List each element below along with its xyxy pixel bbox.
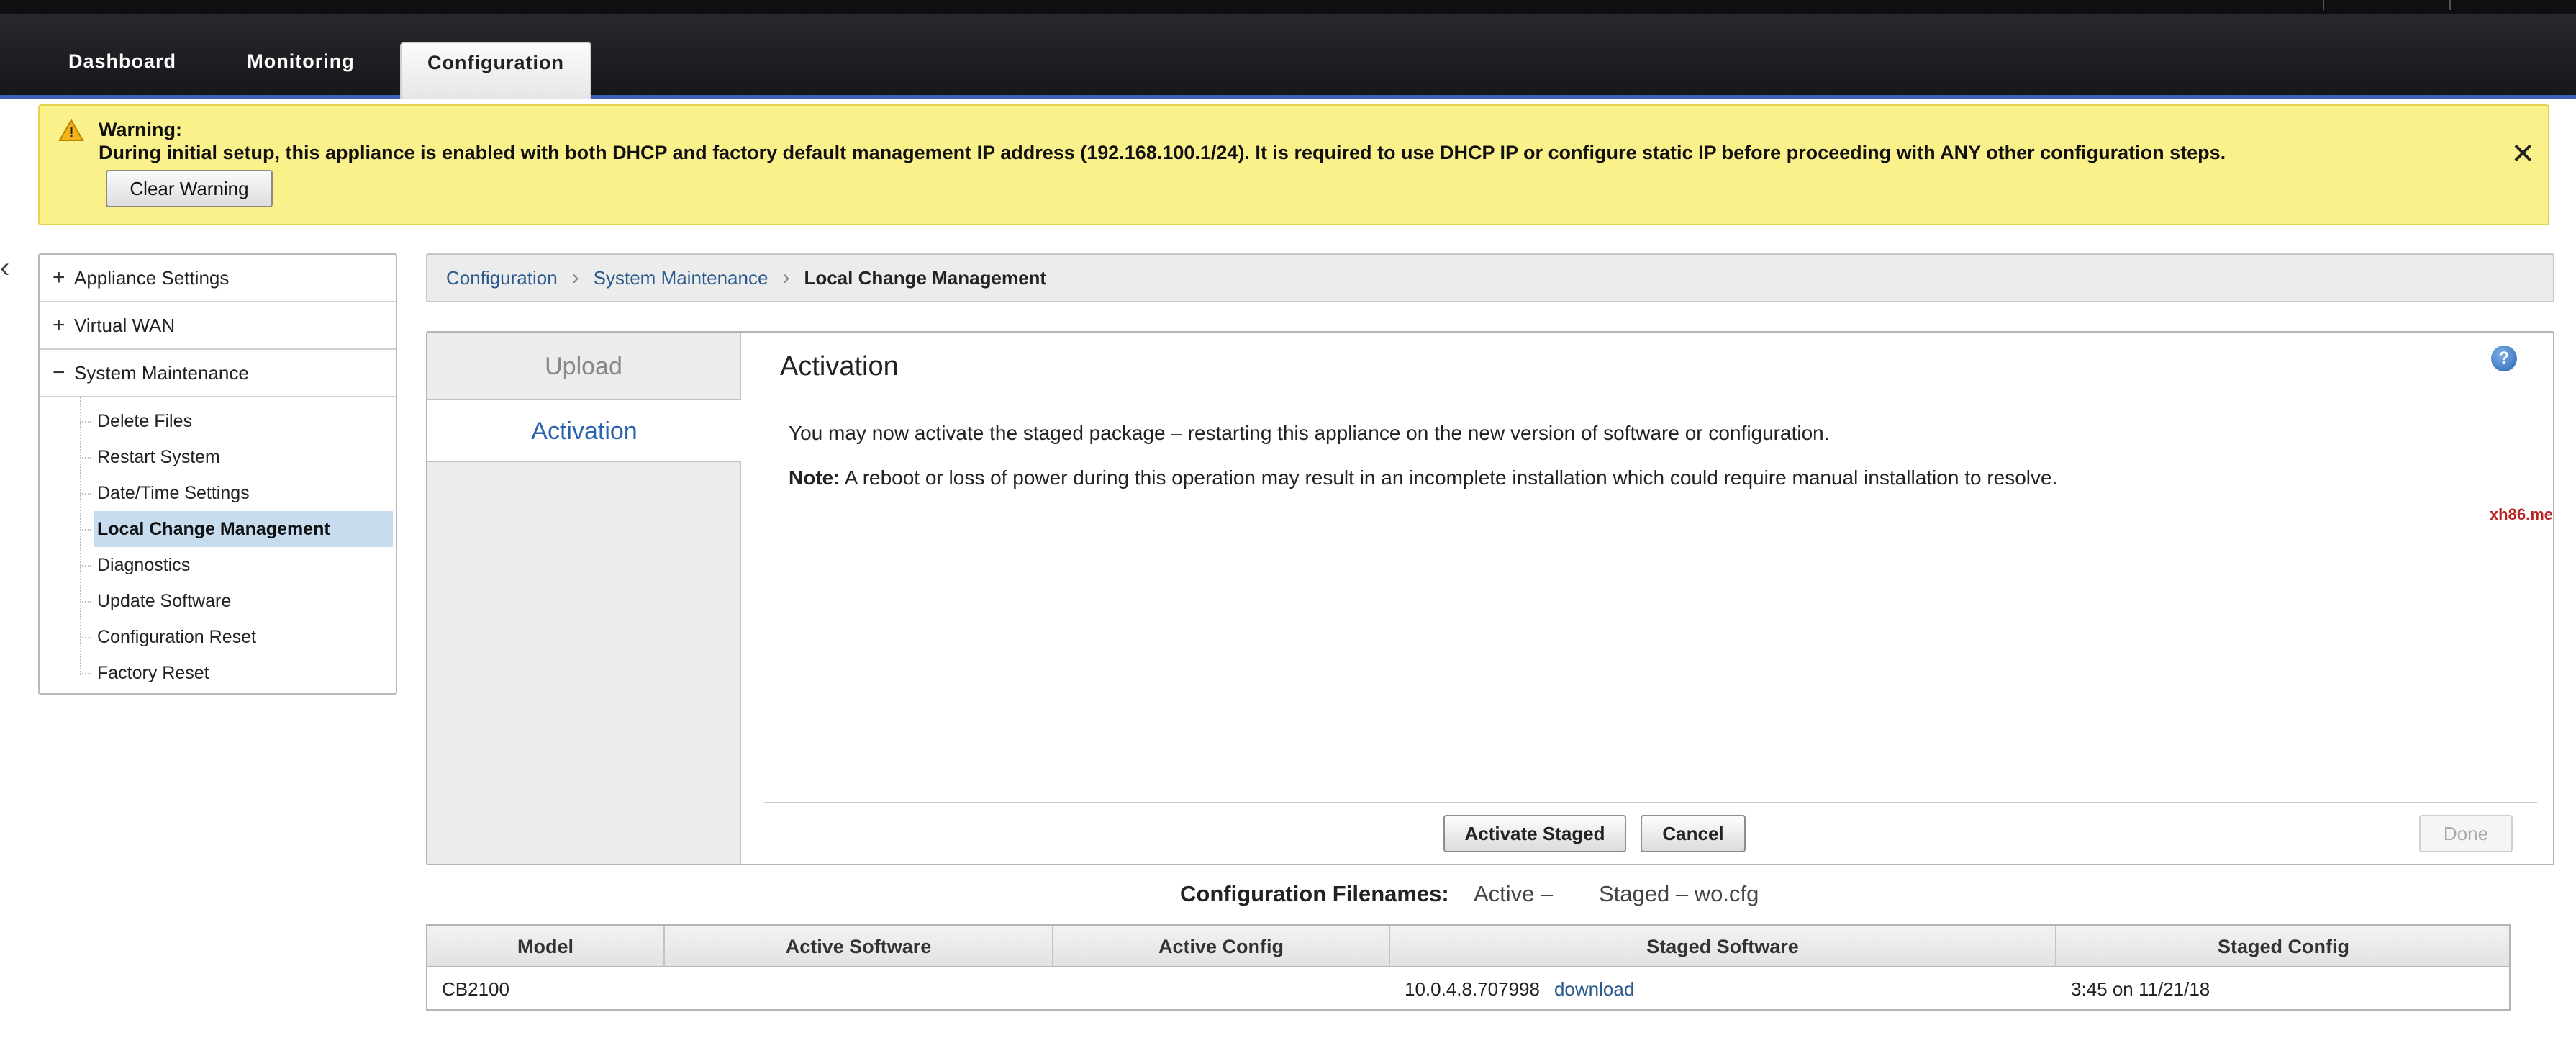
config-active: Active – [1474,881,1554,906]
config-staged: Staged – wo.cfg [1599,881,1759,906]
note-label: Note: [789,466,840,489]
column-header: Active Config [1053,926,1390,967]
tab-configuration[interactable]: Configuration [400,42,591,99]
breadcrumb-configuration[interactable]: Configuration [446,267,558,289]
main-panel: Upload Activation Activation ? You may n… [426,331,2554,865]
column-header: Model [427,926,665,967]
column-header: Staged Config [2218,936,2349,957]
divider [2449,0,2451,10]
tree-line [80,397,81,675]
collapse-icon: − [53,361,65,384]
sidebar-item-factory-reset[interactable]: Factory Reset [80,655,393,691]
collapse-sidebar-icon[interactable]: ‹ [0,252,9,284]
sidebar-item-diagnostics[interactable]: Diagnostics [80,547,393,583]
done-button[interactable]: Done [2419,815,2513,852]
warning-icon [58,119,84,141]
sidebar-group-virtual-wan[interactable]: + Virtual WAN [40,302,396,350]
cell-staged-config: 3:45 on 11/21/18 [2071,978,2210,1000]
chevron-right-icon: › [782,266,790,289]
sidebar-item-delete-files[interactable]: Delete Files [80,403,393,439]
sidebar: + Appliance Settings + Virtual WAN − Sys… [38,253,397,695]
expand-icon: + [53,313,65,337]
breadcrumb-system-maintenance[interactable]: System Maintenance [594,267,768,289]
vertical-tabs: Upload Activation [427,333,741,864]
sidebar-group-label: Virtual WAN [74,314,176,336]
help-icon[interactable]: ? [2491,346,2517,371]
warning-title: Warning: [99,119,182,140]
activation-message: You may now activate the staged package … [789,422,1830,444]
sidebar-group-system-maintenance[interactable]: − System Maintenance [40,350,396,397]
breadcrumb: Configuration › System Maintenance › Loc… [426,253,2554,302]
close-icon[interactable]: ✕ [2511,137,2535,171]
warning-text: During initial setup, this appliance is … [99,142,2226,163]
cell-staged-software: 10.0.4.8.707998 download [1390,967,2056,1011]
sidebar-group-label: System Maintenance [74,361,249,384]
chevron-right-icon: › [571,266,579,289]
staged-software-version: 10.0.4.8.707998 [1405,978,1540,1000]
watermark: xh86.me [2489,505,2553,523]
sidebar-group-appliance-settings[interactable]: + Appliance Settings [40,255,396,302]
divider [764,802,2537,803]
cell-active-software [665,967,1053,1011]
sidebar-item-date-time-settings[interactable]: Date/Time Settings [80,475,393,511]
sidebar-group-label: Appliance Settings [74,266,230,289]
expand-icon: + [53,266,65,289]
table-header: Model Active Software Active Config Stag… [427,926,2509,967]
cell-active-config [1053,967,1390,1011]
cell-model: CB2100 [442,978,509,1000]
column-header: Staged Software [1390,926,2056,967]
clear-warning-button[interactable]: Clear Warning [106,170,273,207]
tab-monitoring[interactable]: Monitoring [229,42,373,99]
warning-banner: Warning: During initial setup, this appl… [38,104,2549,225]
status-table: Model Active Software Active Config Stag… [426,924,2511,1011]
section-title: Activation [780,351,899,382]
sidebar-item-restart-system[interactable]: Restart System [80,439,393,475]
download-link[interactable]: download [1554,978,1634,1000]
sidebar-subitems: Delete Files Restart System Date/Time Se… [40,397,396,691]
top-nav-bar: Dashboard Monitoring Configuration [0,0,2576,99]
sidebar-item-configuration-reset[interactable]: Configuration Reset [80,619,393,655]
divider [2323,0,2324,10]
activate-staged-button[interactable]: Activate Staged [1443,815,1626,852]
sidebar-item-update-software[interactable]: Update Software [80,583,393,619]
note-text: A reboot or loss of power during this op… [840,466,2058,489]
top-strip [0,0,2576,14]
tab-dashboard[interactable]: Dashboard [50,42,194,99]
sidebar-item-local-change-management[interactable]: Local Change Management [80,511,393,547]
cancel-button[interactable]: Cancel [1641,815,1746,852]
tab-upload[interactable]: Upload [427,333,740,400]
column-header: Active Software [665,926,1053,967]
tab-activation[interactable]: Activation [427,400,741,462]
breadcrumb-current: Local Change Management [804,266,1047,289]
activation-note: Note: A reboot or loss of power during t… [789,466,2057,489]
config-filenames-label: Configuration Filenames: [1180,881,1449,906]
